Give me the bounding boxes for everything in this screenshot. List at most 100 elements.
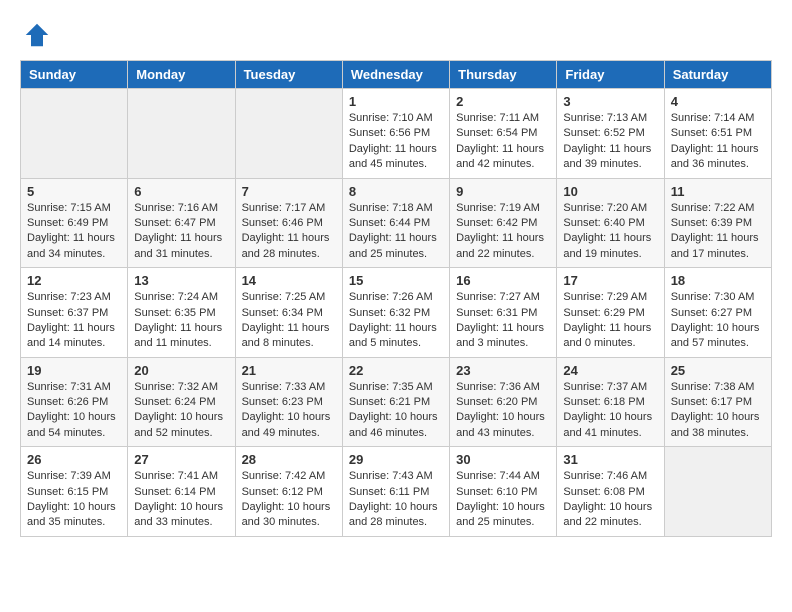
day-info: Sunrise: 7:10 AM Sunset: 6:56 PM Dayligh… — [349, 111, 443, 173]
calendar-cell: 1 Sunrise: 7:10 AM Sunset: 6:56 PM Daylig… — [342, 89, 449, 179]
calendar-cell: 13 Sunrise: 7:24 AM Sunset: 6:35 PM Dayli… — [128, 268, 235, 358]
weekday-header-monday: Monday — [128, 61, 235, 89]
day-info: Sunrise: 7:42 AM Sunset: 6:12 PM Dayligh… — [242, 469, 336, 531]
calendar-cell: 10 Sunrise: 7:20 AM Sunset: 6:40 PM Dayli… — [557, 178, 664, 268]
day-number: 9 — [456, 184, 550, 199]
day-info: Sunrise: 7:44 AM Sunset: 6:10 PM Dayligh… — [456, 469, 550, 531]
day-number: 23 — [456, 363, 550, 378]
day-number: 27 — [134, 452, 228, 467]
calendar-cell: 23 Sunrise: 7:36 AM Sunset: 6:20 PM Dayli… — [450, 357, 557, 447]
logo-icon — [22, 20, 52, 50]
day-number: 15 — [349, 273, 443, 288]
calendar-cell: 27 Sunrise: 7:41 AM Sunset: 6:14 PM Dayli… — [128, 447, 235, 537]
calendar-cell: 5 Sunrise: 7:15 AM Sunset: 6:49 PM Daylig… — [21, 178, 128, 268]
day-info: Sunrise: 7:38 AM Sunset: 6:17 PM Dayligh… — [671, 380, 765, 442]
day-info: Sunrise: 7:32 AM Sunset: 6:24 PM Dayligh… — [134, 380, 228, 442]
calendar-cell: 16 Sunrise: 7:27 AM Sunset: 6:31 PM Dayli… — [450, 268, 557, 358]
page-header — [20, 20, 772, 50]
day-number: 26 — [27, 452, 121, 467]
day-info: Sunrise: 7:23 AM Sunset: 6:37 PM Dayligh… — [27, 290, 121, 352]
calendar-cell: 30 Sunrise: 7:44 AM Sunset: 6:10 PM Dayli… — [450, 447, 557, 537]
day-info: Sunrise: 7:24 AM Sunset: 6:35 PM Dayligh… — [134, 290, 228, 352]
calendar-cell — [21, 89, 128, 179]
day-number: 16 — [456, 273, 550, 288]
day-number: 18 — [671, 273, 765, 288]
calendar-cell — [235, 89, 342, 179]
logo — [20, 20, 52, 50]
day-info: Sunrise: 7:18 AM Sunset: 6:44 PM Dayligh… — [349, 201, 443, 263]
day-number: 22 — [349, 363, 443, 378]
day-number: 30 — [456, 452, 550, 467]
day-info: Sunrise: 7:41 AM Sunset: 6:14 PM Dayligh… — [134, 469, 228, 531]
day-number: 3 — [563, 94, 657, 109]
calendar-cell: 22 Sunrise: 7:35 AM Sunset: 6:21 PM Dayli… — [342, 357, 449, 447]
day-number: 19 — [27, 363, 121, 378]
day-info: Sunrise: 7:37 AM Sunset: 6:18 PM Dayligh… — [563, 380, 657, 442]
day-number: 5 — [27, 184, 121, 199]
calendar-cell: 6 Sunrise: 7:16 AM Sunset: 6:47 PM Daylig… — [128, 178, 235, 268]
day-info: Sunrise: 7:31 AM Sunset: 6:26 PM Dayligh… — [27, 380, 121, 442]
calendar-cell: 25 Sunrise: 7:38 AM Sunset: 6:17 PM Dayli… — [664, 357, 771, 447]
day-number: 1 — [349, 94, 443, 109]
calendar-cell: 24Sunrise: 7:37 AM Sunset: 6:18 PM Dayli… — [557, 357, 664, 447]
day-info: Sunrise: 7:33 AM Sunset: 6:23 PM Dayligh… — [242, 380, 336, 442]
day-info: Sunrise: 7:29 AM Sunset: 6:29 PM Dayligh… — [563, 290, 657, 352]
calendar-cell: 11 Sunrise: 7:22 AM Sunset: 6:39 PM Dayli… — [664, 178, 771, 268]
day-info: Sunrise: 7:26 AM Sunset: 6:32 PM Dayligh… — [349, 290, 443, 352]
day-info: Sunrise: 7:13 AM Sunset: 6:52 PM Dayligh… — [563, 111, 657, 173]
calendar-cell: 28Sunrise: 7:42 AM Sunset: 6:12 PM Dayli… — [235, 447, 342, 537]
day-info: Sunrise: 7:27 AM Sunset: 6:31 PM Dayligh… — [456, 290, 550, 352]
day-info: Sunrise: 7:14 AM Sunset: 6:51 PM Dayligh… — [671, 111, 765, 173]
weekday-header-wednesday: Wednesday — [342, 61, 449, 89]
calendar-cell: 26Sunrise: 7:39 AM Sunset: 6:15 PM Dayli… — [21, 447, 128, 537]
day-number: 14 — [242, 273, 336, 288]
day-info: Sunrise: 7:15 AM Sunset: 6:49 PM Dayligh… — [27, 201, 121, 263]
day-number: 31 — [563, 452, 657, 467]
calendar-cell: 31 Sunrise: 7:46 AM Sunset: 6:08 PM Dayli… — [557, 447, 664, 537]
calendar-cell — [128, 89, 235, 179]
day-number: 25 — [671, 363, 765, 378]
day-info: Sunrise: 7:25 AM Sunset: 6:34 PM Dayligh… — [242, 290, 336, 352]
calendar-cell: 17 Sunrise: 7:29 AM Sunset: 6:29 PM Dayli… — [557, 268, 664, 358]
calendar-cell: 12 Sunrise: 7:23 AM Sunset: 6:37 PM Dayli… — [21, 268, 128, 358]
day-info: Sunrise: 7:19 AM Sunset: 6:42 PM Dayligh… — [456, 201, 550, 263]
day-number: 12 — [27, 273, 121, 288]
weekday-header-sunday: Sunday — [21, 61, 128, 89]
day-number: 29 — [349, 452, 443, 467]
day-info: Sunrise: 7:43 AM Sunset: 6:11 PM Dayligh… — [349, 469, 443, 531]
calendar-cell: 18 Sunrise: 7:30 AM Sunset: 6:27 PM Dayli… — [664, 268, 771, 358]
day-number: 13 — [134, 273, 228, 288]
day-info: Sunrise: 7:22 AM Sunset: 6:39 PM Dayligh… — [671, 201, 765, 263]
day-info: Sunrise: 7:30 AM Sunset: 6:27 PM Dayligh… — [671, 290, 765, 352]
calendar-cell: 19 Sunrise: 7:31 AM Sunset: 6:26 PM Dayli… — [21, 357, 128, 447]
day-number: 21 — [242, 363, 336, 378]
day-info: Sunrise: 7:17 AM Sunset: 6:46 PM Dayligh… — [242, 201, 336, 263]
weekday-header-saturday: Saturday — [664, 61, 771, 89]
day-number: 11 — [671, 184, 765, 199]
calendar-table: SundayMondayTuesdayWednesdayThursdayFrid… — [20, 60, 772, 537]
calendar-cell: 4 Sunrise: 7:14 AM Sunset: 6:51 PM Daylig… — [664, 89, 771, 179]
day-info: Sunrise: 7:11 AM Sunset: 6:54 PM Dayligh… — [456, 111, 550, 173]
day-info: Sunrise: 7:46 AM Sunset: 6:08 PM Dayligh… — [563, 469, 657, 531]
calendar-cell: 15 Sunrise: 7:26 AM Sunset: 6:32 PM Dayli… — [342, 268, 449, 358]
weekday-header-friday: Friday — [557, 61, 664, 89]
day-number: 6 — [134, 184, 228, 199]
calendar-cell: 14 Sunrise: 7:25 AM Sunset: 6:34 PM Dayli… — [235, 268, 342, 358]
weekday-header-tuesday: Tuesday — [235, 61, 342, 89]
day-number: 7 — [242, 184, 336, 199]
calendar-cell: 7 Sunrise: 7:17 AM Sunset: 6:46 PM Daylig… — [235, 178, 342, 268]
day-number: 8 — [349, 184, 443, 199]
day-info: Sunrise: 7:35 AM Sunset: 6:21 PM Dayligh… — [349, 380, 443, 442]
day-number: 17 — [563, 273, 657, 288]
day-number: 2 — [456, 94, 550, 109]
calendar-cell: 29 Sunrise: 7:43 AM Sunset: 6:11 PM Dayli… — [342, 447, 449, 537]
calendar-cell — [664, 447, 771, 537]
day-number: 4 — [671, 94, 765, 109]
day-info: Sunrise: 7:20 AM Sunset: 6:40 PM Dayligh… — [563, 201, 657, 263]
day-info: Sunrise: 7:16 AM Sunset: 6:47 PM Dayligh… — [134, 201, 228, 263]
calendar-cell: 20Sunrise: 7:32 AM Sunset: 6:24 PM Dayli… — [128, 357, 235, 447]
weekday-header-thursday: Thursday — [450, 61, 557, 89]
day-info: Sunrise: 7:36 AM Sunset: 6:20 PM Dayligh… — [456, 380, 550, 442]
calendar-cell: 3 Sunrise: 7:13 AM Sunset: 6:52 PM Daylig… — [557, 89, 664, 179]
day-number: 10 — [563, 184, 657, 199]
